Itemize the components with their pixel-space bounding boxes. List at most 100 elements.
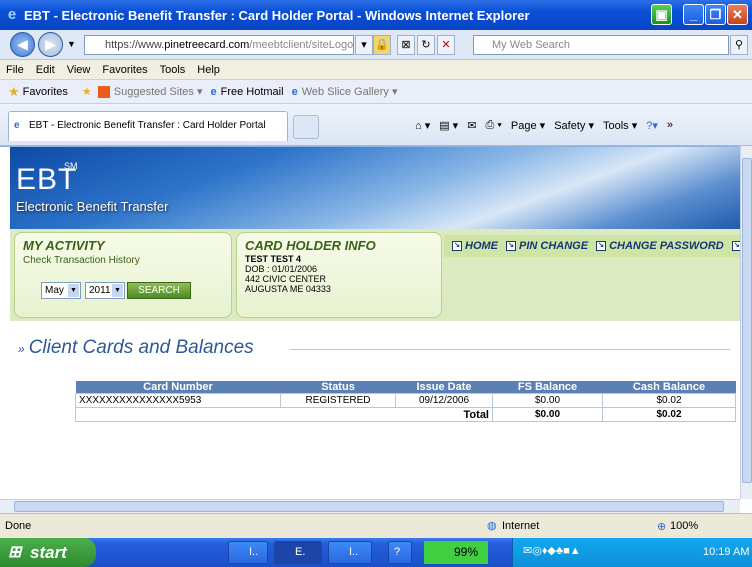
arrow-icon: ↘ (596, 241, 607, 251)
new-tab-button[interactable] (293, 115, 319, 139)
col-cash-balance: Cash Balance (602, 381, 736, 394)
url-input[interactable]: https://www.pinetreecard.com/meebtclient… (84, 35, 354, 55)
url-prefix: https://www. (105, 39, 165, 51)
suggested-sites-icon (97, 85, 110, 98)
search-icon[interactable]: ⚲ (730, 35, 748, 55)
year-value: 2011 (89, 285, 111, 296)
fs-balance-cell: $0.00 (492, 393, 603, 408)
home-link[interactable]: ↘ HOME (452, 240, 498, 252)
start-label: start (30, 543, 67, 562)
pin-change-link[interactable]: ↘ PIN CHANGE (506, 240, 588, 252)
menu-file[interactable]: File (6, 64, 24, 76)
month-dropdown-icon: ▼ (68, 284, 79, 297)
search-button[interactable]: SEARCH (127, 282, 191, 299)
card-holder-address2: AUGUSTA ME 04333 (245, 284, 331, 294)
table-header-row: Card Number Status Issue Date FS Balance… (75, 381, 736, 394)
chevron-more-icon[interactable]: » (667, 119, 673, 131)
page-menu[interactable]: Page ▾ (511, 119, 545, 132)
arrow-icon: ↘ (452, 241, 462, 251)
arrow-icon: ↘ (731, 241, 740, 251)
zone-label: Internet (502, 520, 540, 532)
balances-table: Card Number Status Issue Date FS Balance… (75, 381, 736, 422)
menu-help[interactable]: Help (197, 64, 220, 76)
month-value: May (45, 285, 64, 296)
address-bar-row: ◀ ▶ ▼ https://www.pinetreecard.com/meebt… (0, 30, 752, 60)
status-text: Done (5, 520, 32, 532)
menu-edit[interactable]: Edit (36, 64, 55, 76)
menu-favorites[interactable]: Favorites (102, 64, 147, 76)
total-label: Total (75, 407, 493, 422)
suggested-sites-link[interactable]: Suggested Sites ▾ (114, 85, 203, 98)
mail-icon[interactable]: ✉ (467, 119, 476, 132)
url-path: /meebtclient/siteLogon (249, 39, 354, 51)
header-subtitle: Electronic Benefit Transfer (16, 199, 169, 214)
horizontal-scrollbar[interactable] (0, 499, 740, 513)
tools-menu[interactable]: Tools ▾ (603, 119, 637, 132)
safety-menu[interactable]: Safety ▾ (554, 119, 594, 132)
forward-button[interactable]: ▶ (38, 32, 63, 57)
chevron-right-icon: » (18, 342, 25, 356)
section-title-text: Client Cards and Balances (28, 337, 254, 358)
lock-icon[interactable]: 🔒 (373, 35, 391, 55)
taskbar-item-4[interactable]: ? (388, 541, 412, 564)
card-holder-dob: DOB : 01/01/2006 (245, 264, 318, 274)
year-select[interactable]: 2011 ▼ (85, 282, 125, 299)
close-button[interactable]: ✕ (727, 4, 748, 25)
taskbar-item-3[interactable]: I.. (328, 541, 372, 564)
free-hotmail-link[interactable]: Free Hotmail (221, 86, 284, 98)
favorites-bar: ★ Favorites ★ Suggested Sites ▾ e Free H… (0, 80, 752, 104)
title-bar: e EBT - Electronic Benefit Transfer : Ca… (0, 0, 752, 30)
web-slice-gallery-link[interactable]: Web Slice Gallery ▾ (302, 85, 398, 98)
taskbar-item-2[interactable]: E. (274, 541, 322, 564)
taskbar-item-1[interactable]: I.. (228, 541, 268, 564)
menu-view[interactable]: View (67, 64, 91, 76)
search-input[interactable]: My Web Search (473, 35, 729, 55)
system-tray: ✉◎♦◆♣■▲ 10:19 AM (512, 538, 752, 567)
my-activity-title: MY ACTIVITY (23, 238, 105, 253)
card-holder-title: CARD HOLDER INFO (245, 238, 376, 253)
card-number-cell[interactable]: XXXXXXXXXXXXXXX5953 (75, 393, 281, 408)
vertical-scroll-thumb[interactable] (742, 158, 752, 483)
favorites-star-icon: ★ (8, 83, 20, 99)
print-icon[interactable]: ⎙ ▾ (485, 119, 501, 132)
table-total-row: Total $0.00 $0.02 (75, 407, 736, 422)
history-dropdown-icon[interactable]: ▼ (67, 39, 76, 49)
favorites-button[interactable]: Favorites (23, 86, 68, 98)
windows-logo-icon: ⊞ (8, 544, 22, 561)
tab-ebt-portal[interactable]: e EBT - Electronic Benefit Transfer : Car… (8, 111, 288, 141)
window-title: EBT - Electronic Benefit Transfer : Card… (24, 7, 530, 23)
url-domain: pinetreecard.com (164, 39, 250, 51)
service-mark: SM (64, 161, 78, 171)
url-dropdown-button[interactable]: ▾ (355, 35, 373, 55)
feeds-icon[interactable]: ▤ ▾ (439, 119, 458, 132)
hotmail-icon: e (210, 85, 217, 98)
minimize-button[interactable]: _ (683, 4, 704, 25)
add-favorite-icon[interactable]: ★ (82, 85, 92, 98)
zoom-level[interactable]: 100% (670, 520, 698, 532)
tab-ie-icon: e (14, 120, 20, 131)
green-app-icon[interactable]: ▣ (651, 4, 672, 25)
home-link-label: HOME (465, 240, 498, 252)
horizontal-scroll-thumb[interactable] (14, 501, 724, 512)
start-button[interactable]: ⊞ start (0, 538, 96, 567)
menu-tools[interactable]: Tools (160, 64, 186, 76)
table-row: XXXXXXXXXXXXXXX5953 REGISTERED 09/12/200… (75, 393, 736, 408)
month-select[interactable]: May ▼ (41, 282, 81, 299)
maximize-button[interactable]: ❐ (705, 4, 726, 25)
card-holder-name: TEST TEST 4 (245, 254, 302, 264)
refresh-icon[interactable]: ↻ (417, 35, 435, 55)
total-fs-cell: $0.00 (492, 407, 603, 422)
stop-icon[interactable]: ✕ (437, 35, 455, 55)
home-icon[interactable]: ⌂ ▾ (415, 119, 430, 132)
section-divider (290, 349, 730, 350)
tab-bar: e EBT - Electronic Benefit Transfer : Car… (0, 104, 752, 146)
help-icon[interactable]: ?▾ (646, 119, 658, 132)
change-password-link[interactable]: ↘ CHANGE PASSWORD (596, 240, 724, 252)
vertical-scrollbar[interactable] (740, 146, 752, 499)
compat-view-icon[interactable]: ⊠ (397, 35, 415, 55)
more-link[interactable]: ↘ (731, 241, 740, 251)
arrow-icon: ↘ (506, 241, 516, 251)
status-bar: Done ◍ Internet ⊕ 100% (0, 513, 752, 538)
zoom-icon[interactable]: ⊕ (657, 520, 666, 533)
back-button[interactable]: ◀ (10, 32, 35, 57)
